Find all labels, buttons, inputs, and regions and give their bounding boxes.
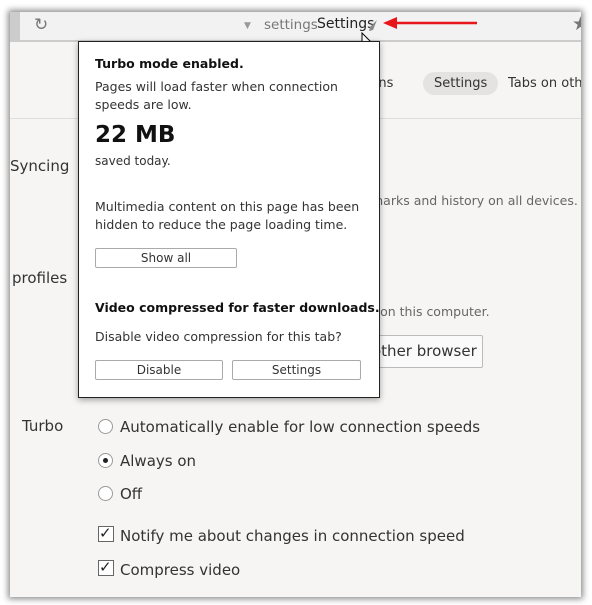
checkbox-compress-video[interactable]: ✓ (98, 560, 114, 576)
red-arrow-annotation (383, 17, 477, 29)
reload-icon[interactable]: ↻ (34, 15, 48, 35)
toolbar: ↻ ▼ settings Settings ★ (10, 12, 581, 42)
turbo-label: Turbo (22, 417, 64, 435)
video-title: Video compressed for faster downloads. (95, 300, 380, 315)
tab-settings[interactable]: Settings (423, 72, 499, 95)
radio-always-on[interactable] (98, 453, 113, 468)
profiles-label: profiles (12, 269, 68, 287)
multimedia-text: Multimedia content on this page has been… (95, 199, 360, 232)
profiles-text: r on this computer. (371, 304, 490, 319)
popup-title: Turbo mode enabled. (95, 56, 244, 71)
url-domain[interactable]: settings (264, 17, 318, 33)
show-all-button[interactable]: Show all (95, 248, 237, 268)
checkbox-notify-label[interactable]: Notify me about changes in connection sp… (120, 527, 465, 545)
syncing-label: Syncing (10, 157, 70, 175)
triangle-down-icon[interactable]: ▼ (244, 21, 251, 31)
disable-button[interactable]: Disable (95, 360, 223, 380)
checkbox-compress-video-label[interactable]: Compress video (120, 561, 240, 579)
checkbox-notify[interactable]: ✓ (98, 526, 114, 542)
radio-auto-label[interactable]: Automatically enable for low connection … (120, 418, 480, 436)
syncing-text: marks and history on all devices. (371, 193, 578, 208)
popup-desc: Pages will load faster when connection s… (95, 79, 338, 112)
video-question: Disable video compression for this tab? (95, 329, 342, 344)
tab-other-devices[interactable]: Tabs on othe (508, 76, 581, 91)
saved-amount: 22 MB (95, 122, 176, 148)
turbo-popup: Turbo mode enabled. Pages will load fast… (78, 41, 380, 398)
radio-always-on-label[interactable]: Always on (120, 452, 196, 470)
settings-button[interactable]: Settings (232, 360, 361, 380)
radio-off-label[interactable]: Off (120, 485, 142, 503)
radio-off[interactable] (98, 486, 113, 501)
import-browser-button[interactable]: other browser (365, 335, 483, 368)
star-icon[interactable]: ★ (572, 13, 581, 35)
browser-window: ↻ ▼ settings Settings ★ sions Settings T… (10, 12, 581, 597)
saved-label: saved today. (95, 154, 171, 168)
radio-auto[interactable] (98, 419, 113, 434)
rocket-icon[interactable] (366, 19, 378, 33)
